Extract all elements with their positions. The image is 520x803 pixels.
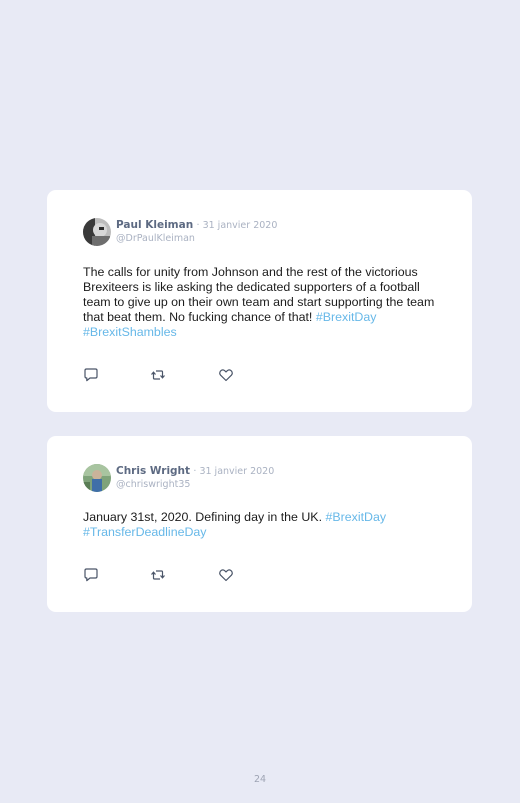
hashtag-link[interactable]: #BrexitDay bbox=[316, 310, 377, 324]
hashtag-link[interactable]: #TransferDeadlineDay bbox=[83, 525, 207, 539]
reply-icon[interactable] bbox=[83, 367, 99, 383]
avatar[interactable] bbox=[83, 464, 111, 492]
user-handle[interactable]: @chriswright35 bbox=[116, 479, 190, 490]
tweet-text: The calls for unity from Johnson and the… bbox=[83, 265, 443, 340]
tweet-body: January 31st, 2020. Defining day in the … bbox=[83, 510, 323, 524]
tweet-body: The calls for unity from Johnson and the… bbox=[83, 265, 435, 324]
page-number: 24 bbox=[253, 774, 267, 785]
retweet-icon[interactable] bbox=[150, 367, 166, 383]
tweet-card: Chris Wright · 31 janvier 2020 @chriswri… bbox=[47, 436, 472, 612]
author-line: Paul Kleiman · 31 janvier 2020 bbox=[116, 219, 277, 232]
display-name[interactable]: Paul Kleiman bbox=[116, 219, 193, 231]
tweet-date[interactable]: · 31 janvier 2020 bbox=[197, 220, 278, 231]
display-name[interactable]: Chris Wright bbox=[116, 465, 190, 477]
user-handle[interactable]: @DrPaulKleiman bbox=[116, 233, 195, 244]
tweet-date[interactable]: · 31 janvier 2020 bbox=[193, 466, 274, 477]
like-icon[interactable] bbox=[218, 567, 234, 583]
hashtag-link[interactable]: #BrexitShambles bbox=[83, 325, 177, 339]
reply-icon[interactable] bbox=[83, 567, 99, 583]
retweet-icon[interactable] bbox=[150, 567, 166, 583]
hashtag-link[interactable]: #BrexitDay bbox=[325, 510, 386, 524]
tweet-card: Paul Kleiman · 31 janvier 2020 @DrPaulKl… bbox=[47, 190, 472, 412]
like-icon[interactable] bbox=[218, 367, 234, 383]
avatar[interactable] bbox=[83, 218, 111, 246]
tweet-text: January 31st, 2020. Defining day in the … bbox=[83, 510, 443, 540]
author-line: Chris Wright · 31 janvier 2020 bbox=[116, 465, 274, 478]
